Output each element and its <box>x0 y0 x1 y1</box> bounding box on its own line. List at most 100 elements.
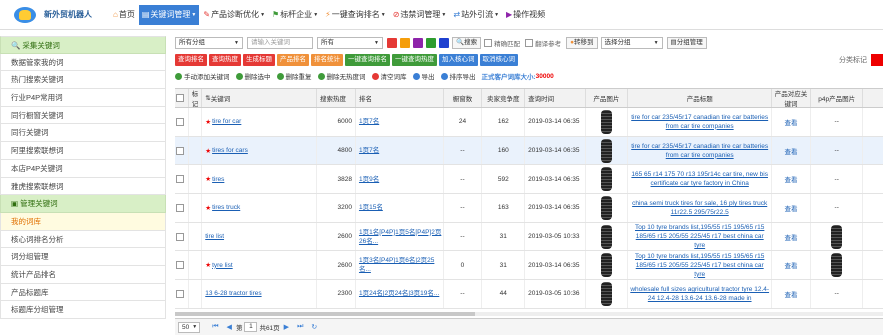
product-title-link[interactable]: Top 10 tyre brands list,195/55 r15 195/6… <box>628 223 771 250</box>
action-1[interactable]: 删除选中 <box>235 71 271 81</box>
row-checkbox[interactable] <box>176 261 185 270</box>
target-group-select[interactable]: 选择分组 ▼ <box>600 37 663 49</box>
search-button[interactable]: 🔍搜索 <box>452 37 482 49</box>
tire-product-image[interactable] <box>600 138 612 163</box>
action-5[interactable]: 导出 <box>412 71 435 81</box>
row-checkbox[interactable] <box>176 175 185 184</box>
action-4[interactable]: 清空词库 <box>371 71 407 81</box>
table-row[interactable]: ★ tyre list 2600 1页3名[P4P]1页6名|2页25名... 0 31 2… <box>175 251 883 281</box>
row-checkbox-cell[interactable] <box>175 108 189 136</box>
command-button[interactable]: 查询排名 <box>175 54 207 66</box>
sidebar-item[interactable]: 核心词排名分析 <box>0 230 166 249</box>
keyword-link[interactable]: tires for cars <box>212 146 248 155</box>
command-button[interactable]: 产品排名 <box>277 54 309 66</box>
star-icon[interactable]: ★ <box>205 118 211 126</box>
page-size-select[interactable]: 50 ▼ <box>178 321 201 333</box>
sidebar-group-0[interactable]: 🔍 采集关键词 <box>0 36 166 54</box>
category-mark[interactable]: 分类标记 <box>839 54 883 66</box>
sidebar-item[interactable]: 数据管家我的词 <box>0 53 166 72</box>
page-number-input[interactable]: 1 <box>244 322 258 332</box>
table-row[interactable]: tire list 2600 1页1名[P4P]1页5名[P4P]2页26名... -… <box>175 222 883 252</box>
first-page-icon[interactable]: ⏮ <box>212 323 218 331</box>
keyword-link[interactable]: 13 6-28 tractor tires <box>205 289 261 298</box>
keyword-link[interactable]: tire list <box>205 232 224 241</box>
nav-item-4[interactable]: ⚡ 一键查询排名 ▼ <box>322 5 389 25</box>
view-link[interactable]: 查看 <box>785 203 798 213</box>
sidebar-item[interactable]: 本店P4P关键词 <box>0 159 166 178</box>
command-button[interactable]: 取消核心词 <box>479 54 518 66</box>
view-link[interactable]: 查看 <box>785 174 798 184</box>
tire-product-image[interactable] <box>600 167 612 192</box>
action-3[interactable]: 删除无热度词 <box>317 71 366 81</box>
nav-item-3[interactable]: ⚑ 标杆企业 ▼ <box>269 5 321 25</box>
table-row[interactable]: 13 6-28 tractor tires 2300 1页24名|2页24名|3页1… <box>175 280 883 309</box>
filter-select[interactable]: 所有 ▼ <box>317 37 383 49</box>
row-checkbox-cell[interactable] <box>175 280 189 308</box>
row-checkbox[interactable] <box>176 146 185 155</box>
keyword-search-input[interactable]: 请输入关键词 <box>247 37 313 49</box>
col-time[interactable]: 查询时间 <box>525 89 586 107</box>
refresh-icon[interactable]: ↻ <box>311 323 317 331</box>
sidebar-group-1[interactable]: ▣ 管理关键词 <box>0 195 166 213</box>
action-0[interactable]: 手动添加关键词 <box>175 71 230 81</box>
sidebar-item[interactable]: 雅虎搜索联想词 <box>0 177 166 196</box>
tire-product-image[interactable] <box>600 224 612 249</box>
command-button[interactable]: 一键查询热度 <box>392 54 437 66</box>
col-mark[interactable]: 标记 <box>189 89 203 108</box>
tire-product-image[interactable] <box>600 281 612 306</box>
last-page-icon[interactable]: ⏭ <box>297 323 303 331</box>
move-to-button[interactable]: ●转移到 <box>566 37 598 49</box>
rank-link[interactable]: 1页9名 <box>359 175 379 184</box>
color-swatch[interactable] <box>426 38 436 48</box>
sidebar-item[interactable]: 产品标题库 <box>0 283 166 302</box>
product-title-link[interactable]: tire for car 235/45r17 canadian tire car… <box>628 113 771 131</box>
rank-link[interactable]: 1页7名 <box>359 146 379 155</box>
command-button[interactable]: 加入核心词 <box>439 54 478 66</box>
nav-item-7[interactable]: ▶ 操作视频 <box>503 5 548 25</box>
p4p-tire-image[interactable] <box>831 224 843 249</box>
color-swatch[interactable] <box>413 38 423 48</box>
select-all-checkbox[interactable] <box>176 94 185 102</box>
product-title-link[interactable]: 165 65 r14 175 70 r13 195r14c car tire, … <box>628 170 771 188</box>
keyword-link[interactable]: tires <box>212 175 224 184</box>
table-row[interactable]: ★ tire for car 6000 1页7名 24 162 2019-03-14 06:… <box>175 108 883 137</box>
product-title-link[interactable]: Top 10 tyre brands list,195/55 r15 195/6… <box>628 252 771 279</box>
sidebar-item[interactable]: 同行关键词 <box>0 124 166 143</box>
command-button[interactable]: 查询热度 <box>209 54 241 66</box>
row-checkbox-cell[interactable] <box>175 165 189 194</box>
row-checkbox[interactable] <box>176 117 185 126</box>
col-index[interactable]: 橱窗数 <box>444 89 483 107</box>
sidebar-item[interactable]: 热门搜索关键词 <box>0 71 166 90</box>
table-row[interactable]: ★ tires truck 3200 1页15名 -- 163 2019-03-14 06:… <box>175 194 883 223</box>
keyword-link[interactable]: tire for car <box>212 117 241 126</box>
action-2[interactable]: 删除重复 <box>276 71 312 81</box>
nav-item-6[interactable]: ⇄ 站外引流 ▼ <box>450 5 502 25</box>
prev-page-icon[interactable]: ◀ <box>227 323 232 331</box>
p4p-tire-image[interactable] <box>831 253 843 278</box>
product-title-link[interactable]: china semi truck tires for sale, 16 ply … <box>628 199 771 217</box>
group-select[interactable]: 所有分组 ▼ <box>175 37 243 49</box>
group-manage-button[interactable]: ▤分组管理 <box>666 37 707 49</box>
keyword-link[interactable]: tyre list <box>212 261 233 270</box>
action-6[interactable]: 排序导出 <box>440 71 476 81</box>
color-swatch[interactable] <box>439 38 449 48</box>
row-checkbox[interactable] <box>176 289 185 298</box>
row-checkbox-cell[interactable] <box>175 194 189 222</box>
tire-product-image[interactable] <box>600 109 612 134</box>
col-rank[interactable]: 排名 <box>356 89 444 107</box>
color-swatch[interactable] <box>387 38 397 48</box>
scrollbar-thumb[interactable] <box>175 312 475 316</box>
rank-link[interactable]: 1页24名|2页24名|3页19名... <box>359 289 439 298</box>
next-page-icon[interactable]: ▶ <box>284 323 289 331</box>
nav-item-2[interactable]: ✎ 产品诊断优化 ▼ <box>200 5 268 25</box>
nav-item-5[interactable]: ⊘ 违禁词管理 ▼ <box>390 5 450 25</box>
translate-checkbox[interactable] <box>525 39 534 47</box>
col-heat[interactable]: 搜索热度 <box>317 89 356 107</box>
nav-item-0[interactable]: ⌂ 首页 <box>110 5 138 25</box>
sidebar-item[interactable]: 统计产品排名 <box>0 265 166 284</box>
col-keyword[interactable]: ⇅ 关键词 <box>202 89 317 107</box>
exact-match-checkbox[interactable] <box>484 39 493 47</box>
category-color-swatch[interactable] <box>871 54 883 66</box>
product-title-link[interactable]: tire for car 235/45r17 canadian tire car… <box>628 142 771 160</box>
command-button[interactable]: 排名统计 <box>311 54 343 66</box>
